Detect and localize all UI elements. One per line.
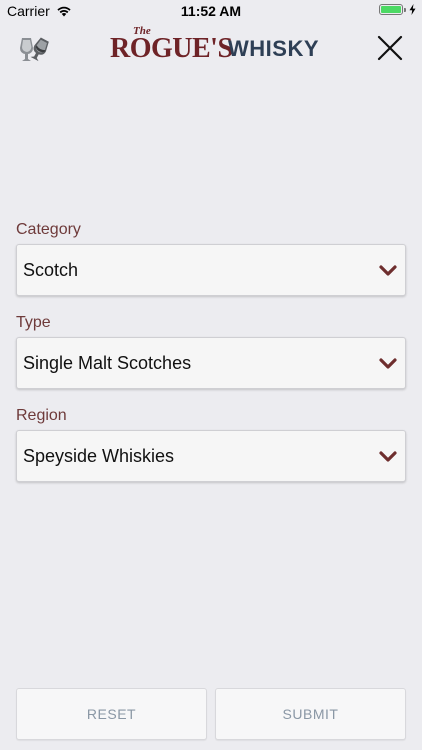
charging-bolt-icon	[409, 4, 416, 15]
app-logo: The ROGUE'S WHISKY	[110, 25, 332, 69]
battery-indicator	[379, 4, 416, 15]
region-label: Region	[16, 407, 67, 424]
battery-cap	[404, 7, 406, 12]
filter-form: Category Scotch Type Single Malt Scotche…	[16, 218, 406, 497]
type-label: Type	[16, 314, 51, 331]
chevron-down-icon	[379, 265, 397, 276]
nav-bar: The ROGUE'S WHISKY	[0, 22, 422, 76]
type-select[interactable]: Single Malt Scotches	[16, 337, 406, 389]
close-icon[interactable]	[376, 34, 404, 62]
chevron-down-icon	[379, 358, 397, 369]
status-time: 11:52 AM	[180, 3, 242, 19]
action-buttons: RESET SUBMIT	[16, 688, 406, 740]
category-label: Category	[16, 221, 81, 238]
type-value: Single Malt Scotches	[23, 353, 192, 373]
region-select[interactable]: Speyside Whiskies	[16, 430, 406, 482]
reset-button[interactable]: RESET	[16, 688, 207, 740]
category-select[interactable]: Scotch	[16, 244, 406, 296]
battery-icon	[379, 4, 403, 15]
battery-fill	[381, 6, 401, 13]
glasses-icon[interactable]	[16, 32, 52, 68]
region-value: Speyside Whiskies	[23, 446, 175, 466]
logo-rogues-text: ROGUE'S	[110, 33, 233, 64]
chevron-down-icon	[379, 451, 397, 462]
category-value: Scotch	[23, 260, 79, 280]
logo-whisky-text: WHISKY	[228, 36, 319, 61]
submit-button[interactable]: SUBMIT	[215, 688, 406, 740]
status-bar: Carrier 11:52 AM	[0, 0, 422, 22]
